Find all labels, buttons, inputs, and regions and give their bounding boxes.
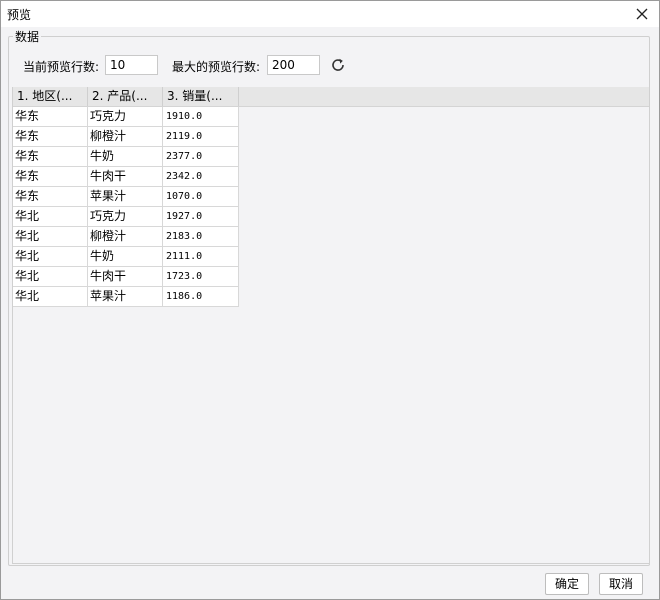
column-header-region[interactable]: 1. 地区(... xyxy=(13,87,88,106)
table-row: 华东 牛奶 2377.0 xyxy=(13,147,239,167)
cell-sales[interactable]: 1186.0 xyxy=(163,287,239,307)
table-row: 华北 巧克力 1927.0 xyxy=(13,207,239,227)
cell-region[interactable]: 华北 xyxy=(13,227,88,247)
cell-sales[interactable]: 1723.0 xyxy=(163,267,239,287)
table-row: 华北 牛肉干 1723.0 xyxy=(13,267,239,287)
cell-product[interactable]: 苹果汁 xyxy=(88,287,163,307)
cell-region[interactable]: 华东 xyxy=(13,127,88,147)
current-rows-label: 当前预览行数: xyxy=(23,60,100,74)
title-bar: 预览 xyxy=(1,1,659,27)
column-header-product[interactable]: 2. 产品(... xyxy=(88,87,163,106)
cell-product[interactable]: 巧克力 xyxy=(88,107,163,127)
cell-product[interactable]: 牛奶 xyxy=(88,247,163,267)
ok-button[interactable]: 确定 xyxy=(545,573,589,595)
cell-product[interactable]: 柳橙汁 xyxy=(88,227,163,247)
cell-sales[interactable]: 2111.0 xyxy=(163,247,239,267)
dialog-title: 预览 xyxy=(7,8,32,22)
refresh-button[interactable] xyxy=(330,57,346,73)
cell-region[interactable]: 华东 xyxy=(13,147,88,167)
table-row: 华东 苹果汁 1070.0 xyxy=(13,187,239,207)
cell-sales[interactable]: 1070.0 xyxy=(163,187,239,207)
cell-product[interactable]: 巧克力 xyxy=(88,207,163,227)
table-row: 华北 苹果汁 1186.0 xyxy=(13,287,239,307)
cell-sales[interactable]: 1927.0 xyxy=(163,207,239,227)
cell-product[interactable]: 牛肉干 xyxy=(88,167,163,187)
cell-sales[interactable]: 2183.0 xyxy=(163,227,239,247)
max-rows-input[interactable]: 200 xyxy=(267,55,320,75)
cell-region[interactable]: 华北 xyxy=(13,287,88,307)
cell-sales[interactable]: 2342.0 xyxy=(163,167,239,187)
max-rows-label: 最大的预览行数: xyxy=(172,60,261,74)
table-row: 华北 牛奶 2111.0 xyxy=(13,247,239,267)
cell-product[interactable]: 苹果汁 xyxy=(88,187,163,207)
table-row: 华北 柳橙汁 2183.0 xyxy=(13,227,239,247)
column-header-sales[interactable]: 3. 销量(... xyxy=(163,87,239,106)
refresh-icon xyxy=(332,58,344,71)
table-row: 华东 牛肉干 2342.0 xyxy=(13,167,239,187)
cell-sales[interactable]: 2119.0 xyxy=(163,127,239,147)
cell-region[interactable]: 华东 xyxy=(13,167,88,187)
close-button[interactable] xyxy=(631,3,653,25)
table-row: 华东 柳橙汁 2119.0 xyxy=(13,127,239,147)
cell-region[interactable]: 华北 xyxy=(13,267,88,287)
cell-region[interactable]: 华北 xyxy=(13,247,88,267)
current-rows-input[interactable]: 10 xyxy=(105,55,158,75)
cell-region[interactable]: 华东 xyxy=(13,107,88,127)
cancel-button[interactable]: 取消 xyxy=(599,573,643,595)
group-legend: 数据 xyxy=(13,28,42,45)
cell-region[interactable]: 华北 xyxy=(13,207,88,227)
cell-product[interactable]: 牛肉干 xyxy=(88,267,163,287)
close-icon xyxy=(636,8,648,20)
cell-region[interactable]: 华东 xyxy=(13,187,88,207)
cell-sales[interactable]: 2377.0 xyxy=(163,147,239,167)
cell-product[interactable]: 牛奶 xyxy=(88,147,163,167)
cell-product[interactable]: 柳橙汁 xyxy=(88,127,163,147)
table-header: 1. 地区(... 2. 产品(... 3. 销量(... xyxy=(13,87,649,107)
cell-sales[interactable]: 1910.0 xyxy=(163,107,239,127)
table-row: 华东 巧克力 1910.0 xyxy=(13,107,239,127)
preview-table: 1. 地区(... 2. 产品(... 3. 销量(... 华东 巧克力 191… xyxy=(12,87,650,564)
